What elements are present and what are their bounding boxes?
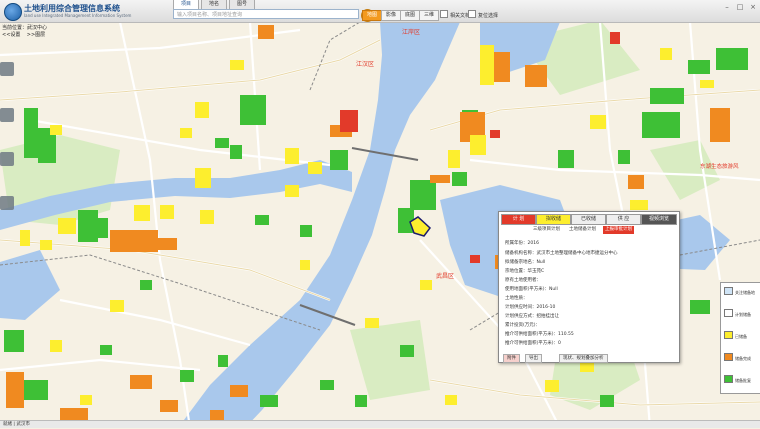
legend-swatch — [724, 309, 733, 317]
breadcrumb-label: 当前位置： — [2, 25, 28, 31]
legend-label: 储备批复 — [735, 378, 751, 383]
breadcrumb-value[interactable]: 武汉中心 — [27, 25, 47, 31]
field-row: 推介可供给面积(平方米)：110.55 — [505, 331, 574, 337]
export-button[interactable]: 导出 — [525, 354, 542, 363]
popup-tab-video[interactable]: 视频浏览 — [641, 214, 677, 225]
legend-item: 关注储备地 — [724, 287, 755, 296]
toggle-related-docs[interactable]: 相关文档 — [440, 10, 470, 21]
field-value: 华玉苑C — [527, 269, 545, 274]
popup-tab-proposed[interactable]: 拟收储 — [536, 214, 571, 225]
legend-item: 储备完成 — [724, 353, 751, 362]
legend-label: 关注储备地 — [735, 290, 755, 295]
minimize-icon[interactable]: – — [722, 3, 732, 11]
popup-tab-plan[interactable]: 计 划 — [501, 214, 536, 225]
layer-button-basemap[interactable]: 底图 — [400, 10, 421, 21]
nav-layers[interactable]: >>图层 — [27, 32, 45, 38]
overlay-analysis-button[interactable]: 现状、规划叠加分析 — [559, 354, 608, 363]
legend-label: 计划储备 — [735, 312, 751, 317]
nav-settings[interactable]: <<设置 — [2, 32, 20, 38]
field-value: 0 — [558, 341, 561, 346]
legend-swatch — [724, 331, 733, 339]
field-label: 土地性质： — [505, 296, 528, 301]
field-label: 使用地面积(平方米)： — [505, 287, 550, 292]
app-logo — [4, 3, 22, 21]
legend-item: 计划储备 — [724, 309, 751, 318]
field-label: 储备机构名称： — [505, 251, 537, 256]
toggle-label: 复位选择 — [478, 13, 499, 19]
field-row: 计划供应时间：2016-10 — [505, 304, 555, 310]
map-legend: 关注储备地 计划储备 已储备 储备完成 储备批复 — [720, 282, 760, 394]
legend-swatch — [724, 353, 733, 361]
parcel-info-popup: 计 划 拟收储 已收储 供 应 视频浏览 三级项目计划 土地储备计划 上报审批计… — [498, 211, 680, 363]
title-bar: 土地利用综合管理信息系统 land use Integrated Managem… — [0, 0, 760, 23]
field-row: 所属年份：2016 — [505, 240, 539, 246]
field-label: 推介可供给面积(平方米)： — [505, 341, 559, 346]
field-row: 宗地位置：华玉苑C — [505, 268, 544, 274]
toggle-reset-selection[interactable]: 复位选择 — [468, 10, 498, 21]
legend-swatch — [724, 375, 733, 383]
subtab-level3-plan[interactable]: 三级项目计划 — [533, 226, 560, 234]
checkbox-icon — [440, 10, 448, 18]
field-row: 土地性质： — [505, 295, 528, 301]
app-subtitle: land use Integrated Management Informati… — [24, 13, 132, 18]
field-label: 推介可供给面积(平方米)： — [505, 332, 559, 337]
measure-tool-icon[interactable] — [0, 152, 14, 166]
legend-item: 已储备 — [724, 331, 747, 340]
field-label: 宗地位置： — [505, 269, 528, 274]
label-jianghan: 江汉区 — [356, 60, 374, 68]
subtab-reserve-plan[interactable]: 土地储备计划 — [569, 226, 596, 234]
popup-tab-stored[interactable]: 已收储 — [571, 214, 606, 225]
legend-swatch — [724, 287, 733, 295]
field-label: 所属年份： — [505, 241, 528, 246]
maximize-icon[interactable]: □ — [735, 3, 745, 11]
pan-tool-icon[interactable] — [0, 62, 14, 76]
field-value: 110.55 — [558, 332, 574, 337]
popup-tab-supply[interactable]: 供 应 — [606, 214, 641, 225]
layer-tool-icon[interactable] — [0, 196, 14, 210]
search-input[interactable]: 输入项目名称、项目地址查询 — [173, 9, 359, 19]
attachment-button[interactable]: 附件 — [503, 354, 520, 363]
breadcrumb: 当前位置：武汉中心 <<设置 >>图层 — [2, 25, 47, 39]
field-row: 原有土地使用者： — [505, 277, 541, 283]
zoom-tool-icon[interactable] — [0, 108, 14, 122]
label-wuchang: 武昌区 — [436, 272, 454, 280]
field-row: 计划供应方式：招拍挂出让 — [505, 313, 559, 319]
field-value: 武汉市土地整理储备中心地市捷运分中心 — [536, 251, 618, 256]
status-bar: 就绪 | 武汉市 — [0, 420, 760, 428]
field-value: 招拍挂出让 — [536, 314, 560, 319]
field-row: 储备机构名称：武汉市土地整理储备中心地市捷运分中心 — [505, 250, 618, 256]
toggle-label: 相关文档 — [450, 13, 471, 19]
field-label: 计划供应时间： — [505, 305, 537, 310]
field-label: 累计投资(万元)： — [505, 323, 541, 328]
legend-item: 储备批复 — [724, 375, 751, 384]
field-label: 拟储备宗地名： — [505, 260, 537, 265]
layer-button-imagery[interactable]: 影像 — [381, 10, 402, 21]
checkbox-icon — [468, 10, 476, 18]
field-row: 拟储备宗地名：Null — [505, 259, 545, 265]
legend-label: 储备完成 — [735, 356, 751, 361]
field-label: 原有土地使用者： — [505, 278, 541, 283]
label-jiangan: 江岸区 — [402, 29, 420, 36]
field-value: Null — [536, 260, 546, 265]
layer-button-map[interactable]: 地图 — [362, 10, 383, 21]
field-row: 推介可供给面积(平方米)：0 — [505, 340, 561, 346]
field-value: 2016-10 — [536, 305, 556, 310]
popup-tabs: 计 划 拟收储 已收储 供 应 视频浏览 — [501, 214, 677, 225]
field-row: 累计投资(万元)： — [505, 322, 540, 328]
field-row: 使用地面积(平方米)：Null — [505, 286, 558, 292]
legend-label: 已储备 — [735, 334, 747, 339]
label-donghu: 东湖生态旅游风 — [700, 162, 739, 170]
close-icon[interactable]: × — [748, 3, 758, 11]
field-value: Null — [549, 287, 558, 292]
field-value: 2016 — [527, 241, 539, 246]
layer-button-3d[interactable]: 三维 — [419, 10, 440, 21]
subtab-approval-plan[interactable]: 上报审批计划 — [603, 226, 634, 234]
field-label: 计划供应方式： — [505, 314, 537, 319]
